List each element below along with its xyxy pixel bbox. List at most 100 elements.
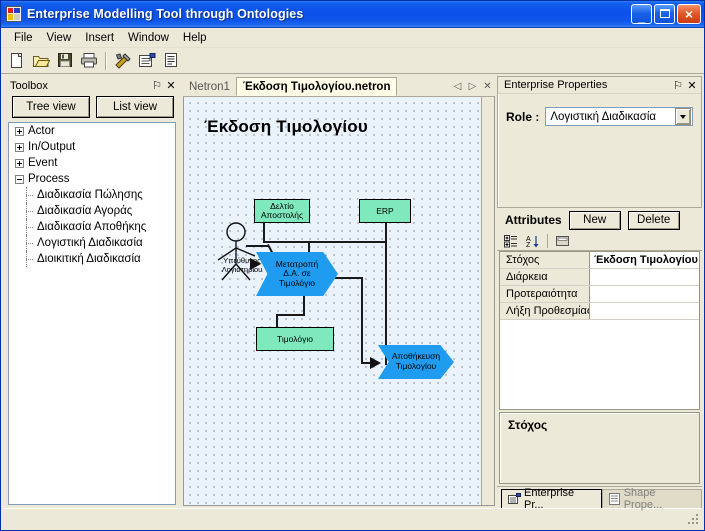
new-file-button[interactable]	[6, 50, 28, 72]
expand-plus-icon[interactable]	[15, 126, 24, 136]
tree-node-label: Διαδικασία Αποθήκης	[37, 221, 147, 233]
attribute-value[interactable]	[590, 269, 699, 285]
dock-tab-shape-properties[interactable]: Shape Prope...	[601, 487, 702, 511]
minimize-button[interactable]: _	[631, 4, 652, 24]
node-deltio-apostolis[interactable]: Δελτίο Αποστολής	[254, 199, 310, 223]
property-pages-icon	[555, 236, 569, 246]
dock-tab-label: Shape Prope...	[623, 487, 663, 511]
tree-node-label: Διοικιτική Διαδικασία	[37, 253, 141, 265]
list-icon	[608, 493, 620, 505]
tools-icon	[114, 52, 131, 69]
role-combobox[interactable]: Λογιστική Διαδικασία	[545, 107, 693, 126]
expand-plus-icon[interactable]	[15, 142, 24, 152]
connector-apothikeusi-v	[361, 277, 363, 363]
print-button[interactable]	[78, 50, 100, 72]
attributes-row[interactable]: Στόχος Έκδοση Τιμολογίου	[500, 252, 699, 269]
chevron-down-icon[interactable]	[675, 108, 691, 125]
diagram-canvas[interactable]: Έκδοση Τιμολογίου Υπεύθυνος Λογιστηρίου …	[184, 97, 494, 505]
categorized-button[interactable]	[501, 233, 520, 250]
client-area: Toolbox ⚐ ✕ Tree view List view Actor In…	[1, 74, 704, 530]
description-pane: Στόχος	[499, 412, 700, 484]
tree-node-label: Διαδικασία Αγοράς	[37, 205, 133, 217]
attributes-row[interactable]: Διάρκεια	[500, 269, 699, 286]
node-erp[interactable]: ERP	[359, 199, 411, 223]
node-apothikeusi-timologiou[interactable]: Αποθήκευση Τιμολογίου	[378, 345, 454, 379]
attributes-toolbar: AZ	[497, 232, 702, 251]
description-title: Στόχος	[508, 418, 548, 432]
arrowhead-to-apothikeusi	[370, 357, 381, 369]
delete-attribute-button[interactable]: Delete	[627, 210, 680, 230]
collapse-minus-icon[interactable]	[15, 174, 24, 184]
diagram-title: Έκδοση Τιμολογίου	[204, 117, 368, 136]
tab-ekdosi-timologiou[interactable]: Έκδοση Τιμολογίου.netron	[235, 77, 398, 96]
properties-title: Enterprise Properties	[504, 79, 608, 91]
properties-caption: Enterprise Properties ⚐ ✕	[498, 77, 701, 94]
connector-deltio-vertical	[263, 223, 265, 242]
menu-file[interactable]: File	[7, 30, 40, 46]
property-pages-button[interactable]	[553, 233, 572, 250]
pin-icon[interactable]: ⚐	[150, 79, 164, 93]
window-title: Enterprise Modelling Tool through Ontolo…	[27, 7, 304, 21]
tree-node-label: Διαδικασία Πώλησης	[37, 189, 143, 201]
node-metatropi-da-se-timologio[interactable]: Μετατροπή Δ.Α. σε Τιμολόγιο	[256, 252, 338, 296]
resize-grip[interactable]	[686, 512, 700, 526]
tree-node-label: In/Output	[28, 141, 76, 153]
save-disk-icon	[57, 53, 72, 67]
tab-netron1[interactable]: Netron1	[183, 77, 236, 96]
dock-tab-enterprise-properties[interactable]: Enterprise Pr...	[501, 487, 602, 511]
expand-plus-icon[interactable]	[15, 158, 24, 168]
new-attribute-button[interactable]: New	[568, 210, 621, 230]
node-label-line-2: Αποστολής	[260, 210, 304, 220]
maximize-button[interactable]	[654, 4, 675, 24]
tree-leaf-accounting-process[interactable]: Λογιστική Διαδικασία	[9, 235, 175, 251]
menu-view[interactable]: View	[40, 30, 79, 46]
attributes-row[interactable]: Λήξη Προθεσμίας	[500, 303, 699, 320]
list-view-button[interactable]: List view	[96, 96, 174, 118]
save-button[interactable]	[54, 50, 76, 72]
tab-next-button[interactable]: ▷	[465, 77, 480, 96]
tree-leaf-sales-process[interactable]: Διαδικασία Πώλησης	[9, 187, 175, 203]
menu-insert[interactable]: Insert	[78, 30, 121, 46]
tree-node-actor[interactable]: Actor	[9, 123, 175, 139]
pin-icon[interactable]: ⚐	[671, 78, 685, 92]
attributes-row[interactable]: Προτεραιότητα	[500, 286, 699, 303]
toolbox-title: Toolbox	[10, 79, 48, 92]
tools-button[interactable]	[112, 50, 134, 72]
tree-leaf-purchase-process[interactable]: Διαδικασία Αγοράς	[9, 203, 175, 219]
tree-node-label: Process	[28, 173, 70, 185]
tab-prev-button[interactable]: ◁	[450, 77, 465, 96]
diagram-canvas-wrapper[interactable]: Έκδοση Τιμολογίου Υπεύθυνος Λογιστηρίου …	[183, 97, 495, 506]
role-selected-value: Λογιστική Διαδικασία	[550, 110, 657, 123]
toolbox-tree[interactable]: Actor In/Output Event Process Διαδικασία…	[8, 122, 176, 505]
status-bar	[3, 508, 702, 528]
menu-bar: File View Insert Window Help	[1, 28, 704, 48]
tree-node-event[interactable]: Event	[9, 155, 175, 171]
tree-view-button[interactable]: Tree view	[12, 96, 90, 118]
properties-button[interactable]	[136, 50, 158, 72]
tab-close-button[interactable]: ✕	[480, 77, 495, 96]
node-label-line-3: Τιμολόγιο	[279, 277, 315, 288]
canvas-vertical-scrollbar[interactable]	[481, 97, 494, 505]
attribute-value[interactable]	[590, 286, 699, 302]
tree-leaf-administrative-process[interactable]: Διοικιτική Διαδικασία	[9, 251, 175, 267]
attribute-value[interactable]	[590, 303, 699, 319]
print-icon	[80, 53, 97, 68]
close-icon[interactable]: ✕	[685, 78, 699, 92]
menu-window[interactable]: Window	[121, 30, 176, 46]
close-button[interactable]: ×	[677, 4, 701, 24]
tree-node-inoutput[interactable]: In/Output	[9, 139, 175, 155]
sort-alphabetical-button[interactable]: AZ	[523, 233, 542, 250]
close-icon[interactable]: ✕	[164, 79, 178, 93]
list-button[interactable]	[160, 50, 182, 72]
connector-erp-vertical	[385, 223, 387, 241]
toolbar-separator	[105, 51, 107, 70]
tree-leaf-warehouse-process[interactable]: Διαδικασία Αποθήκης	[9, 219, 175, 235]
main-toolbar	[1, 48, 704, 74]
menu-help[interactable]: Help	[176, 30, 214, 46]
node-timologio[interactable]: Τιμολόγιο	[256, 327, 334, 351]
open-file-button[interactable]	[30, 50, 52, 72]
attribute-value[interactable]: Έκδοση Τιμολογίου	[590, 252, 699, 268]
toolbox-view-buttons: Tree view List view	[4, 94, 180, 122]
attributes-grid[interactable]: Στόχος Έκδοση Τιμολογίου Διάρκεια Προτερ…	[499, 251, 700, 410]
tree-node-process[interactable]: Process	[9, 171, 175, 187]
